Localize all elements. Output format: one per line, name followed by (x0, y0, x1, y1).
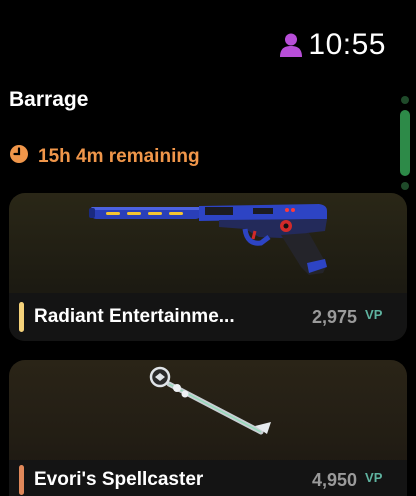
item-card[interactable]: Evori's Spellcaster 4,950 VP (9, 360, 407, 496)
currency-label: VP (365, 469, 383, 485)
timer-row: 15h 4m remaining (9, 144, 200, 169)
tier-bar (19, 302, 24, 332)
item-name: Evori's Spellcaster (34, 469, 204, 490)
scroll-bottom-dot (401, 182, 409, 190)
item-card[interactable]: Radiant Entertainme... 2,975 VP (9, 193, 407, 341)
card-footer: Evori's Spellcaster 4,950 VP (9, 460, 407, 496)
scroll-top-dot (401, 96, 409, 104)
status-bar: 10:55 (280, 30, 386, 60)
currency-label: VP (365, 306, 383, 322)
melee-staff-image (9, 360, 407, 455)
card-footer: Radiant Entertainme... 2,975 VP (9, 293, 407, 341)
person-icon (280, 33, 303, 57)
tier-bar (19, 465, 24, 495)
clock-icon (9, 144, 29, 169)
page-title: Barrage (9, 88, 89, 111)
item-name: Radiant Entertainme... (34, 306, 235, 327)
pistol-skin-image (9, 193, 407, 289)
clock-time: 10:55 (308, 28, 386, 61)
scroll-thumb[interactable] (400, 110, 410, 176)
scroll-indicator[interactable] (400, 96, 410, 192)
timer-text: 15h 4m remaining (38, 145, 200, 167)
item-price: 4,950 (312, 469, 358, 490)
item-price: 2,975 (312, 306, 358, 327)
